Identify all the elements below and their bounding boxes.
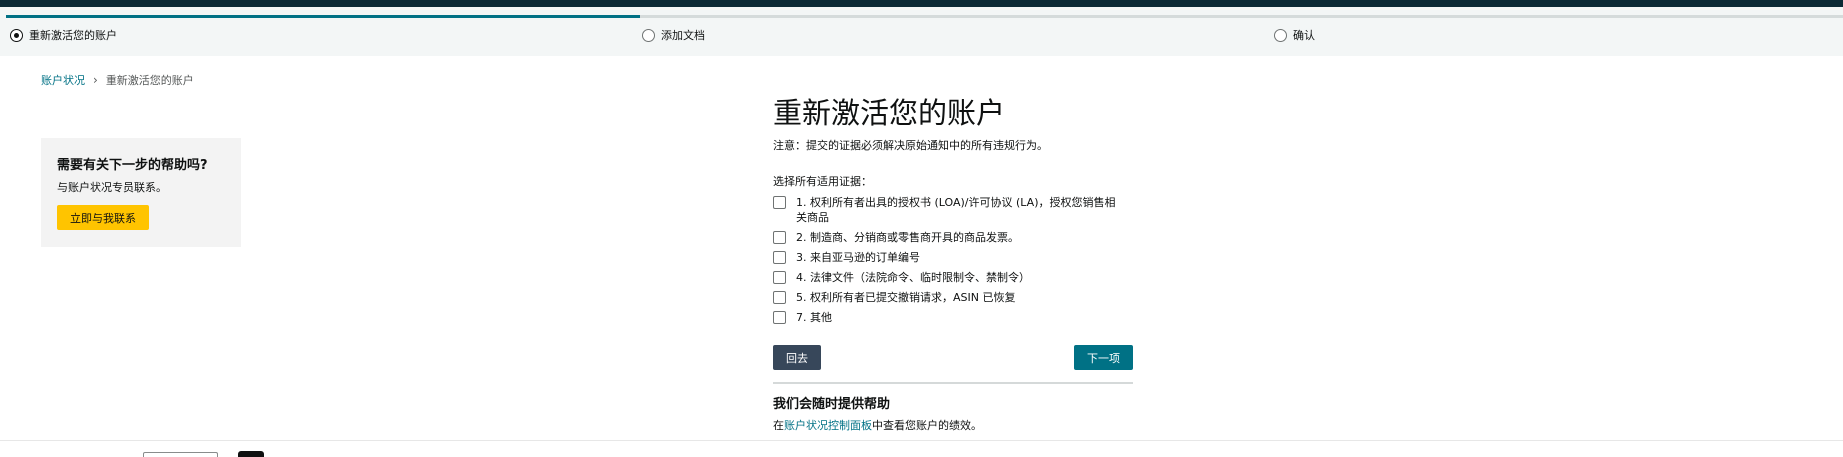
evidence-option[interactable]: 3. 来自亚马逊的订单编号 — [773, 250, 1133, 265]
assist-prefix: 在 — [773, 419, 784, 432]
help-card: 需要有关下一步的帮助吗? 与账户状况专员联系。 立即与我联系 — [41, 138, 241, 247]
progress-stepper: 重新激活您的账户 添加文档 确认 — [0, 7, 1843, 56]
help-title: 需要有关下一步的帮助吗? — [57, 158, 208, 173]
radio-icon — [1274, 28, 1287, 42]
notice-text: 注意：提交的证据必须解决原始通知中的所有违规行为。 — [773, 139, 1048, 152]
step-label: 重新激活您的账户 — [29, 29, 117, 42]
footer — [0, 440, 1843, 457]
evidence-option[interactable]: 4. 法律文件（法院命令、临时限制令、禁制令） — [773, 270, 1133, 285]
evidence-option[interactable]: 5. 权利所有者已提交撤销请求，ASIN 已恢复 — [773, 290, 1133, 305]
step-label: 添加文档 — [661, 29, 705, 42]
divider — [773, 382, 1133, 384]
chevron-right-icon: › — [93, 73, 98, 87]
checkbox-icon[interactable] — [773, 311, 786, 324]
checkbox-icon[interactable] — [773, 196, 786, 209]
checkbox-icon[interactable] — [773, 251, 786, 264]
main-content: 重新激活您的账户 注意：提交的证据必须解决原始通知中的所有违规行为。 选择所有适… — [773, 95, 1133, 433]
checkbox-icon[interactable] — [773, 291, 786, 304]
radio-selected-icon — [10, 28, 23, 42]
step-reactivate[interactable]: 重新激活您的账户 — [10, 27, 117, 43]
footer-icon — [238, 451, 264, 457]
back-button[interactable]: 回去 — [773, 345, 821, 370]
next-button[interactable]: 下一项 — [1074, 345, 1133, 370]
form-actions: 回去 下一项 — [773, 345, 1133, 370]
breadcrumb-current: 重新激活您的账户 — [105, 74, 194, 87]
breadcrumb: 账户状况 › 重新激活您的账户 — [41, 72, 194, 88]
assist-suffix: 中查看您账户的绩效。 — [872, 419, 982, 432]
progress-fill — [6, 15, 640, 18]
evidence-option[interactable]: 7. 其他 — [773, 310, 1133, 325]
assist-title: 我们会随时提供帮助 — [773, 397, 891, 412]
option-label: 7. 其他 — [796, 311, 832, 324]
option-label: 1. 权利所有者出具的授权书 (LOA)/许可协议 (LA)，授权您销售相关商品 — [796, 196, 1116, 224]
evidence-label: 选择所有适用证据： — [773, 175, 872, 188]
checkbox-icon[interactable] — [773, 271, 786, 284]
contact-me-button[interactable]: 立即与我联系 — [57, 205, 149, 230]
page-title: 重新激活您的账户 — [773, 96, 1006, 130]
breadcrumb-account-health[interactable]: 账户状况 — [41, 72, 85, 88]
footer-select[interactable] — [143, 452, 218, 457]
evidence-option[interactable]: 1. 权利所有者出具的授权书 (LOA)/许可协议 (LA)，授权您销售相关商品 — [773, 195, 1133, 225]
radio-icon — [642, 28, 655, 42]
top-bar — [0, 0, 1843, 7]
option-label: 2. 制造商、分销商或零售商开具的商品发票。 — [796, 231, 1019, 244]
step-confirm[interactable]: 确认 — [1274, 27, 1315, 43]
help-text: 与账户状况专员联系。 — [57, 181, 167, 194]
evidence-options: 1. 权利所有者出具的授权书 (LOA)/许可协议 (LA)，授权您销售相关商品… — [773, 195, 1133, 325]
assist-text: 在账户状况控制面板中查看您账户的绩效。 — [773, 417, 1133, 433]
account-health-dashboard-link[interactable]: 账户状况控制面板 — [784, 419, 872, 432]
option-label: 5. 权利所有者已提交撤销请求，ASIN 已恢复 — [796, 291, 1016, 304]
checkbox-icon[interactable] — [773, 231, 786, 244]
step-label: 确认 — [1293, 29, 1315, 42]
evidence-option[interactable]: 2. 制造商、分销商或零售商开具的商品发票。 — [773, 230, 1133, 245]
step-add-documents[interactable]: 添加文档 — [642, 27, 705, 43]
option-label: 4. 法律文件（法院命令、临时限制令、禁制令） — [796, 271, 1030, 284]
option-label: 3. 来自亚马逊的订单编号 — [796, 251, 920, 264]
